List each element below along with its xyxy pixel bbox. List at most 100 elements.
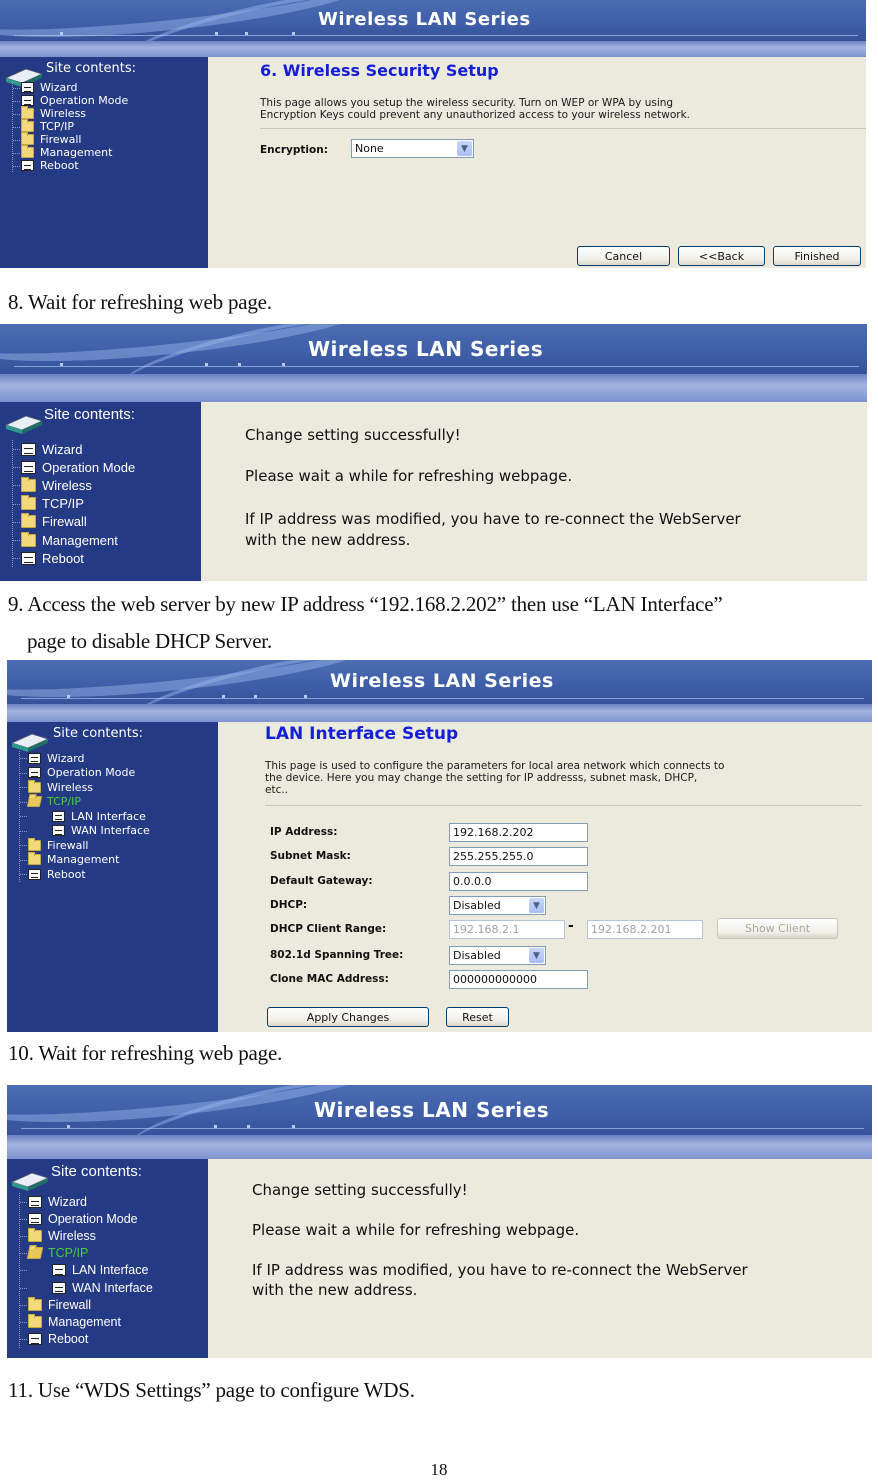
sidebar: Site contents: Wizard Operation Mode Wirel… <box>7 1159 208 1358</box>
nav-item-management[interactable]: Management <box>13 145 128 159</box>
router-icon <box>4 415 44 434</box>
page-icon <box>21 160 34 171</box>
page-icon <box>28 752 41 764</box>
step-9-text: 9. Access the web server by new IP addre… <box>8 592 723 616</box>
nav-item-wan-interface[interactable]: WAN Interface <box>20 1279 153 1296</box>
page-icon <box>21 442 36 456</box>
sidebar: Site contents: Wizard Operation Mode Wirel… <box>0 57 208 268</box>
nav-item-wireless[interactable]: Wireless <box>20 1227 153 1244</box>
folder-icon <box>21 106 34 119</box>
nav-item-label: Firewall <box>40 133 82 146</box>
nav-item-label: Operation Mode <box>48 1211 138 1226</box>
nav-item-wizard[interactable]: Wizard <box>13 81 128 94</box>
nav-item-label: Management <box>48 1314 121 1329</box>
dhcp-label: DHCP: <box>270 899 308 911</box>
chevron-down-icon: ▼ <box>529 898 544 913</box>
site-contents-label: Site contents: <box>53 726 144 741</box>
page-title: 6. Wireless Security Setup <box>260 61 499 80</box>
nav-item-label: Wizard <box>40 81 78 94</box>
page-icon <box>28 767 41 779</box>
nav-item-firewall[interactable]: Firewall <box>13 132 128 146</box>
nav-item-reboot[interactable]: Reboot <box>20 1331 153 1348</box>
content-pane: LAN Interface Setup This page is used to… <box>218 722 872 1032</box>
page-icon <box>52 1281 66 1294</box>
nav-item-tcp-ip[interactable]: TCP/IP <box>20 795 150 810</box>
page-icon <box>28 1195 42 1208</box>
nav-item-wan-interface[interactable]: WAN Interface <box>20 824 150 839</box>
nav-item-firewall[interactable]: Firewall <box>20 837 150 853</box>
banner: Wireless LAN Series <box>7 1085 872 1135</box>
reset-button[interactable]: Reset <box>446 1007 509 1027</box>
content-pane: Change setting successfully! Please wait… <box>208 1159 872 1358</box>
screenshot-refresh-1: Wireless LAN Series Site contents: Wizar… <box>0 324 867 581</box>
nav-item-label: Reboot <box>48 1332 89 1347</box>
apply-changes-button[interactable]: Apply Changes <box>267 1007 429 1027</box>
dhcp-client-range-label: DHCP Client Range: <box>270 923 387 935</box>
nav-item-operation-mode[interactable]: Operation Mode <box>20 1210 153 1227</box>
page-description: This page is used to configure the param… <box>265 760 725 797</box>
nav-item-wireless[interactable]: Wireless <box>13 106 128 120</box>
nav-item-label: Wizard <box>47 751 85 765</box>
nav-item-firewall[interactable]: Firewall <box>20 1296 153 1313</box>
banner-title: Wireless LAN Series <box>318 9 531 30</box>
site-contents-label: Site contents: <box>46 61 137 76</box>
router-icon <box>10 733 50 752</box>
nav-item-label: Reboot <box>42 550 84 566</box>
dhcp-range-end-input[interactable]: 192.168.2.201 <box>587 920 703 939</box>
folder-icon <box>21 495 36 511</box>
nav-item-tcp-ip[interactable]: TCP/IP <box>20 1245 153 1262</box>
page-icon <box>21 95 34 106</box>
sidebar: Site contents: Wizard Operation Mode Wirel… <box>7 722 218 1032</box>
nav-item-tcp-ip[interactable]: TCP/IP <box>13 119 128 133</box>
default-gateway-label: Default Gateway: <box>270 875 373 887</box>
nav-item-lan-interface[interactable]: LAN Interface <box>20 809 150 824</box>
show-client-button[interactable]: Show Client <box>717 918 838 939</box>
nav-item-reboot[interactable]: Reboot <box>13 159 128 172</box>
nav-item-wireless[interactable]: Wireless <box>20 779 150 795</box>
nav-item-tcp-ip[interactable]: TCP/IP <box>13 495 135 513</box>
nav-item-wizard[interactable]: Wizard <box>13 440 135 458</box>
banner: Wireless LAN Series <box>0 324 867 374</box>
nav-item-operation-mode[interactable]: Operation Mode <box>20 766 150 781</box>
screenshot-wireless-security-setup: Wireless LAN Series Site contents: Wizar… <box>0 0 866 268</box>
encryption-select[interactable]: None ▼ <box>351 139 474 158</box>
spanning-tree-select[interactable]: Disabled ▼ <box>449 946 546 965</box>
page-icon <box>52 1264 66 1277</box>
reconnect-message-2: with the new address. <box>252 1281 418 1299</box>
ip-address-input[interactable]: 192.168.2.202 <box>449 823 588 842</box>
subnet-mask-label: Subnet Mask: <box>270 850 351 862</box>
finished-button[interactable]: Finished <box>773 246 861 266</box>
folder-icon <box>21 531 36 547</box>
nav-item-reboot[interactable]: Reboot <box>13 549 135 567</box>
banner-title: Wireless LAN Series <box>330 670 554 692</box>
nav-item-label: Management <box>40 146 113 159</box>
default-gateway-input[interactable]: 0.0.0.0 <box>449 872 588 891</box>
back-button[interactable]: <<Back <box>678 246 765 266</box>
wait-message: Please wait a while for refreshing webpa… <box>245 467 573 485</box>
nav-item-reboot[interactable]: Reboot <box>20 867 150 882</box>
banner-title: Wireless LAN Series <box>314 1098 550 1122</box>
nav-item-wizard[interactable]: Wizard <box>20 751 150 766</box>
folder-icon <box>21 119 34 132</box>
folder-icon <box>28 1296 42 1311</box>
dhcp-range-start-input[interactable]: 192.168.2.1 <box>449 920 565 939</box>
folder-icon <box>21 476 36 492</box>
nav-item-operation-mode[interactable]: Operation Mode <box>13 458 135 476</box>
nav-item-label: TCP/IP <box>48 1246 89 1261</box>
nav-item-management[interactable]: Management <box>20 1313 153 1330</box>
clone-mac-input[interactable]: 000000000000 <box>449 970 588 989</box>
page-icon <box>28 868 41 880</box>
nav-item-lan-interface[interactable]: LAN Interface <box>20 1262 153 1279</box>
nav-item-wireless[interactable]: Wireless <box>13 476 135 494</box>
nav-item-management[interactable]: Management <box>13 531 135 549</box>
subnet-mask-input[interactable]: 255.255.255.0 <box>449 847 588 866</box>
nav-item-management[interactable]: Management <box>20 852 150 868</box>
nav-item-firewall[interactable]: Firewall <box>13 513 135 531</box>
nav-item-wizard[interactable]: Wizard <box>20 1193 153 1210</box>
dhcp-select[interactable]: Disabled ▼ <box>449 896 546 915</box>
nav-item-operation-mode[interactable]: Operation Mode <box>13 94 128 107</box>
nav-item-label: WAN Interface <box>71 824 150 838</box>
banner: Wireless LAN Series <box>7 660 872 704</box>
success-message: Change setting successfully! <box>252 1181 468 1199</box>
cancel-button[interactable]: Cancel <box>577 246 670 266</box>
